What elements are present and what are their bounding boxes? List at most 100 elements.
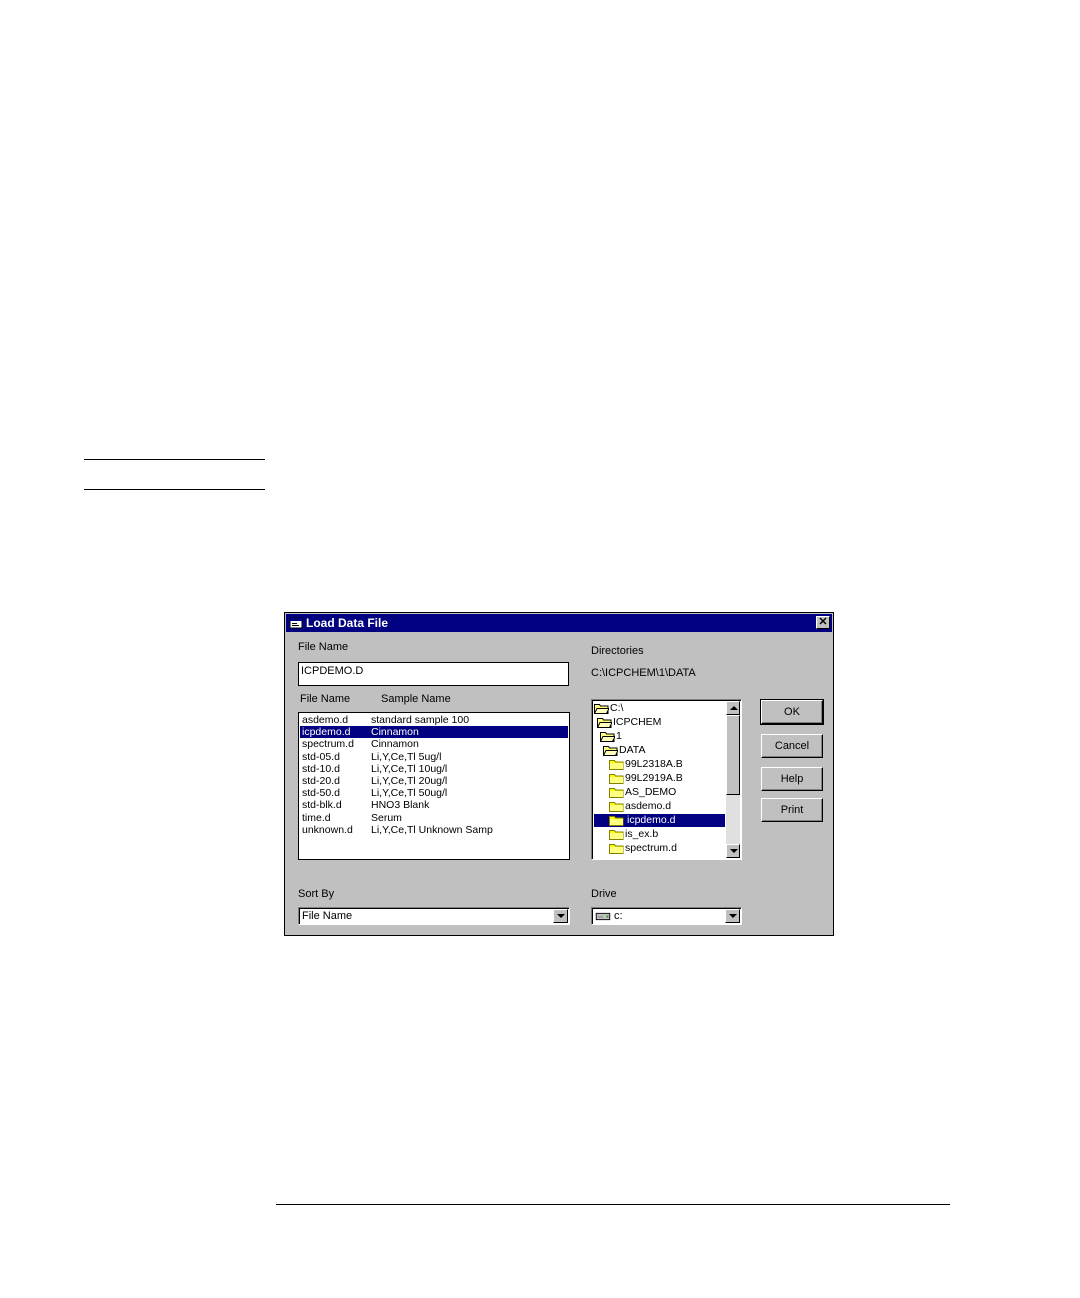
file-row[interactable]: asdemo.d standard sample 100 [300,714,568,726]
drive-select[interactable]: c: [591,907,742,925]
file-name-cell: std-50.d [302,787,340,800]
scroll-down-icon [730,849,738,853]
margin-rule-bottom [84,489,265,490]
sample-name-cell: HNO3 Blank [371,799,430,812]
file-row[interactable]: unknown.d Li,Y,Ce,Tl Unknown Samp [300,824,568,836]
file-name-label: File Name [298,641,349,653]
sort-by-value: File Name [302,910,353,922]
dialog-title: Load Data File [306,616,389,630]
print-button[interactable]: Print [761,798,823,822]
directory-item[interactable]: icpdemo.d [594,814,725,827]
sample-name-cell: Serum [371,811,402,824]
folder-icon [609,842,625,854]
drive-label: Drive [591,888,617,900]
directory-item[interactable]: is_ex.b [609,828,658,841]
file-row[interactable]: std-50.d Li,Y,Ce,Tl 50ug/l [300,787,568,799]
directory-scrollbar[interactable] [726,701,740,858]
sample-name-cell: Li,Y,Ce,Tl Unknown Samp [371,823,493,836]
scroll-down-button[interactable] [726,844,740,858]
scroll-up-button[interactable] [726,701,740,715]
ok-button[interactable]: OK [760,699,824,725]
file-name-cell: std-20.d [302,775,340,787]
sample-name-cell: Cinnamon [371,726,419,739]
directory-name: is_ex.b [625,828,659,840]
close-button[interactable]: ✕ [816,616,830,629]
folder-icon [609,772,625,784]
title-bar[interactable]: Load Data File ✕ [286,614,832,632]
folder-icon [603,744,619,756]
directory-name: DATA [619,744,646,756]
dropdown-arrow-icon [729,914,737,918]
directory-name: asdemo.d [625,800,672,812]
sample-name-cell: Li,Y,Ce,Tl 5ug/l [371,750,442,763]
sort-by-label: Sort By [298,888,335,900]
margin-rule-top [84,459,265,460]
directory-name: ICPCHEM [613,716,662,728]
current-path: C:\ICPCHEM\1\DATA [591,667,696,679]
directory-item[interactable]: ICPCHEM [597,716,661,729]
directory-name: 1 [616,730,622,742]
directory-name: icpdemo.d [627,814,676,826]
file-name-input[interactable]: ICPDEMO.D [298,662,569,686]
drive-dropdown-button[interactable] [725,909,740,923]
file-row[interactable]: std-20.d Li,Y,Ce,Tl 20ug/l [300,775,568,787]
file-row[interactable]: icpdemo.d Cinnamon [300,726,568,739]
folder-icon [609,758,625,770]
column-header-file-name: File Name [300,693,351,705]
file-name-value: ICPDEMO.D [301,665,364,677]
scroll-up-icon [730,706,738,710]
folder-icon [594,702,610,714]
scroll-thumb[interactable] [726,715,740,795]
sort-by-select[interactable]: File Name [298,907,570,925]
file-name-cell: icpdemo.d [302,726,351,739]
file-list[interactable]: asdemo.d standard sample 100 icpdemo.d Cinn… [298,712,570,860]
directory-item[interactable]: spectrum.d [609,842,677,855]
file-name-cell: time.d [302,811,331,824]
file-name-cell: spectrum.d [302,738,354,751]
folder-icon [609,800,625,812]
directory-name: C:\ [610,702,624,714]
file-row[interactable]: time.d Serum [300,812,568,824]
cancel-button[interactable]: Cancel [761,734,823,758]
directory-name: AS_DEMO [625,786,677,798]
file-row[interactable]: std-10.d Li,Y,Ce,Tl 10ug/l [300,763,568,775]
folder-icon [600,730,616,742]
directory-item[interactable]: DATA [603,744,645,757]
sample-name-cell: standard sample 100 [371,714,470,726]
drive-icon [595,912,611,921]
sample-name-cell: Li,Y,Ce,Tl 20ug/l [371,775,448,787]
dropdown-arrow-icon [557,914,565,918]
directory-item[interactable]: asdemo.d [609,800,671,813]
file-name-cell: std-blk.d [302,799,342,812]
load-data-file-dialog: Load Data File ✕ File Name ICPDEMO.D Fil… [284,612,834,936]
folder-icon [609,786,625,798]
directory-item[interactable]: 99L2919A.B [609,772,683,785]
file-name-cell: unknown.d [302,823,353,836]
file-row[interactable]: spectrum.d Cinnamon [300,738,568,750]
sort-by-dropdown-button[interactable] [553,909,568,923]
folder-icon [609,828,625,840]
window-icon [289,617,303,629]
directory-tree[interactable]: C:\ ICPCHEM 1 DATA 99L2318A.B 99L2919A.B AS_DE… [591,699,742,860]
sample-name-cell: Li,Y,Ce,Tl 10ug/l [371,762,448,775]
directory-item[interactable]: 99L2318A.B [609,758,683,771]
help-button[interactable]: Help [761,767,823,791]
directory-list: C:\ ICPCHEM 1 DATA 99L2318A.B 99L2919A.B AS_DE… [594,702,725,857]
column-header-sample-name: Sample Name [381,693,451,705]
directory-item[interactable]: 1 [600,730,622,743]
file-name-cell: asdemo.d [302,714,349,726]
file-row[interactable]: std-05.d Li,Y,Ce,Tl 5ug/l [300,751,568,763]
sample-name-cell: Cinnamon [371,738,419,751]
directories-label: Directories [591,645,644,657]
file-row[interactable]: std-blk.d HNO3 Blank [300,799,568,811]
folder-icon [609,814,625,826]
directory-item[interactable]: AS_DEMO [609,786,676,799]
directory-name: 99L2318A.B [625,758,683,770]
file-name-cell: std-10.d [302,762,340,775]
close-icon: ✕ [818,616,828,628]
file-name-cell: std-05.d [302,750,340,763]
footer-rule [276,1204,950,1205]
sample-name-cell: Li,Y,Ce,Tl 50ug/l [371,787,448,800]
drive-value: c: [614,910,623,922]
directory-item[interactable]: C:\ [594,702,623,715]
